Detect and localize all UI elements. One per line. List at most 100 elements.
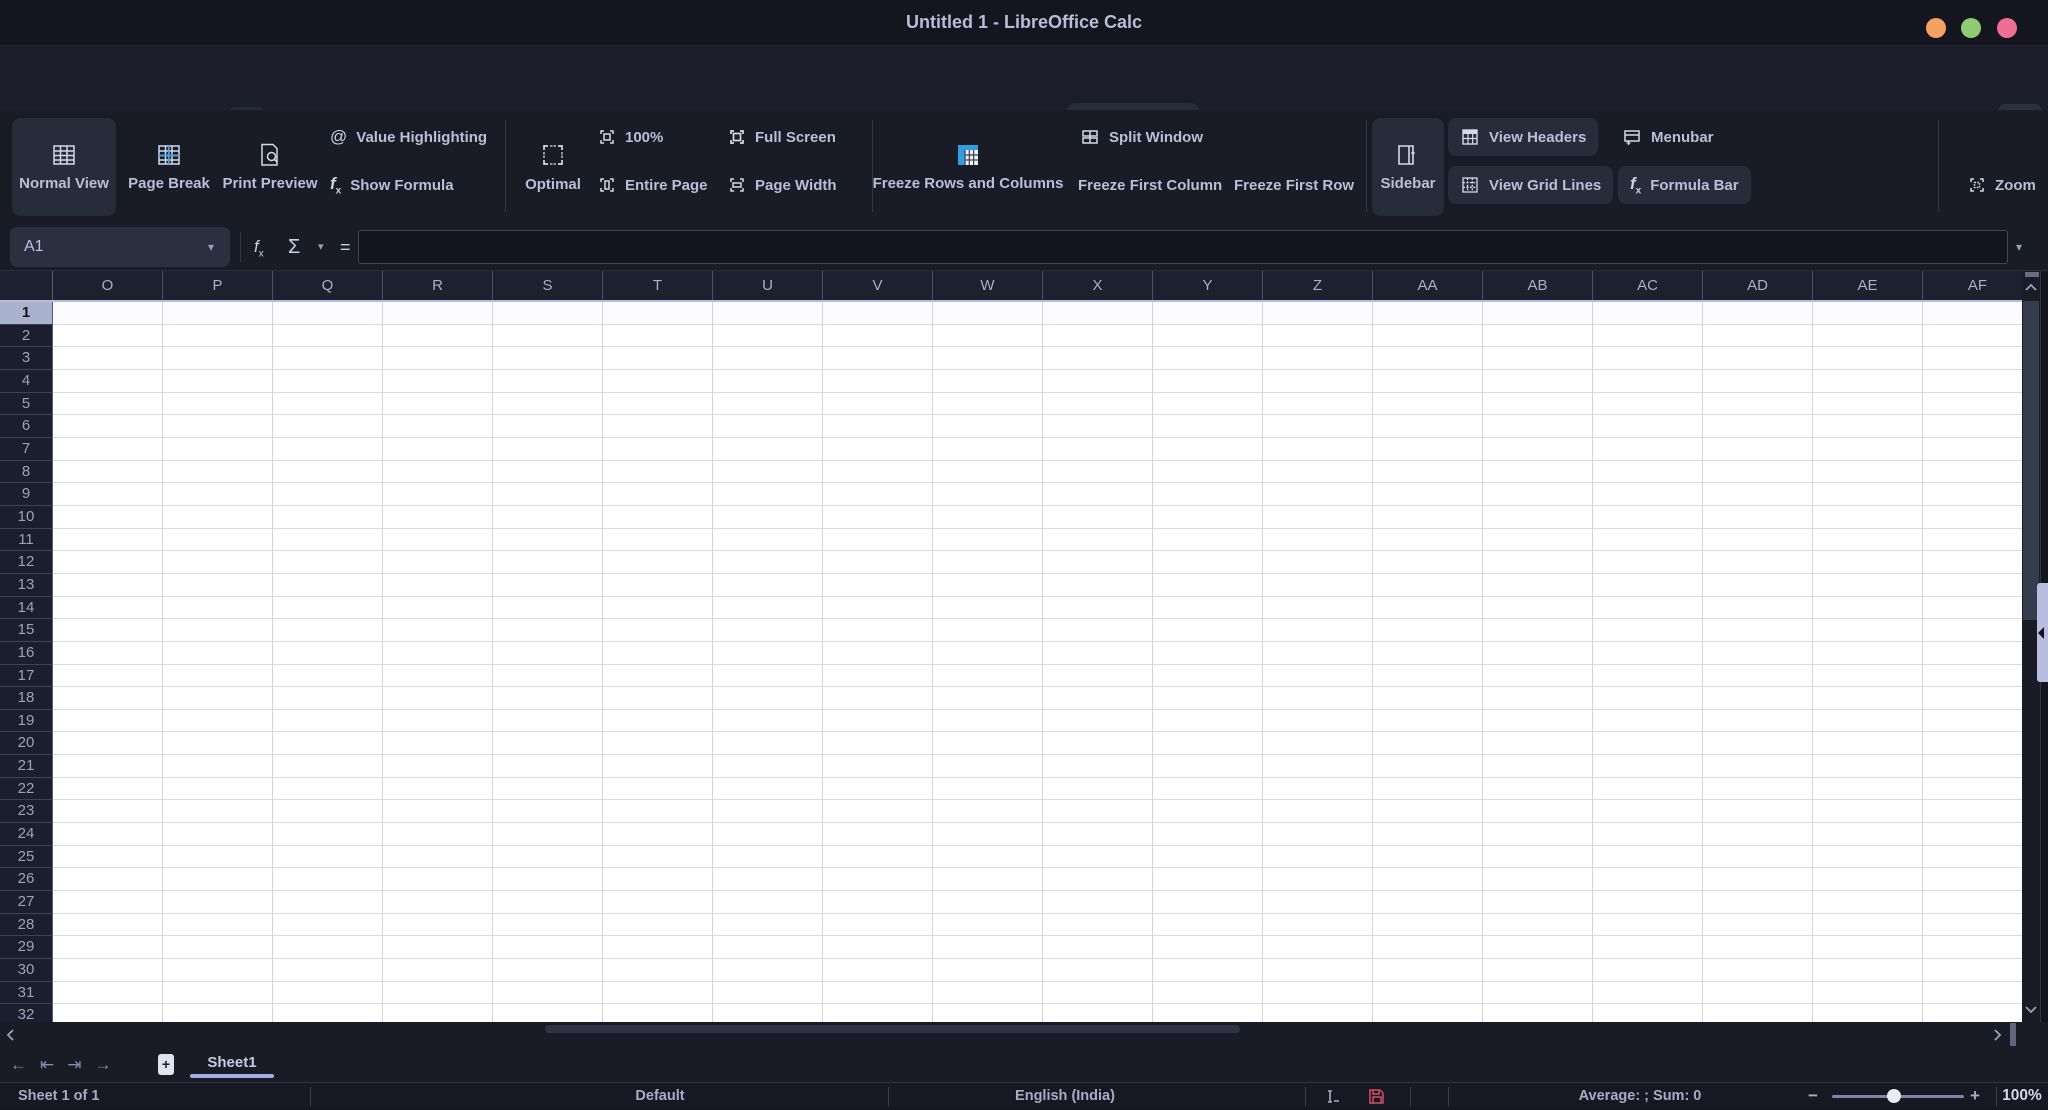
row-header-24[interactable]: 24 <box>0 823 53 846</box>
cell-AD5[interactable] <box>1703 393 1813 416</box>
cell-O20[interactable] <box>53 732 163 755</box>
cell-P6[interactable] <box>163 415 273 438</box>
cell-AF21[interactable] <box>1923 755 2022 778</box>
cell-V4[interactable] <box>823 370 933 393</box>
cell-AA24[interactable] <box>1373 823 1483 846</box>
cell-S4[interactable] <box>493 370 603 393</box>
cell-X25[interactable] <box>1043 846 1153 869</box>
cell-O19[interactable] <box>53 710 163 733</box>
cell-AF22[interactable] <box>1923 778 2022 801</box>
unsaved-changes-icon[interactable] <box>1368 1088 1385 1105</box>
cell-AD4[interactable] <box>1703 370 1813 393</box>
cell-AD15[interactable] <box>1703 619 1813 642</box>
cell-R14[interactable] <box>383 597 493 620</box>
cell-P7[interactable] <box>163 438 273 461</box>
sum-dropdown-caret[interactable]: ▾ <box>318 223 324 271</box>
cell-AA29[interactable] <box>1373 936 1483 959</box>
cell-AA26[interactable] <box>1373 868 1483 891</box>
cell-Z32[interactable] <box>1263 1004 1373 1022</box>
cell-Q17[interactable] <box>273 665 383 688</box>
cell-P27[interactable] <box>163 891 273 914</box>
cell-AE2[interactable] <box>1813 325 1923 348</box>
cell-AB15[interactable] <box>1483 619 1593 642</box>
cell-AB26[interactable] <box>1483 868 1593 891</box>
cell-Z1[interactable] <box>1263 302 1373 325</box>
cell-O2[interactable] <box>53 325 163 348</box>
cell-T25[interactable] <box>603 846 713 869</box>
cell-S10[interactable] <box>493 506 603 529</box>
cell-AA23[interactable] <box>1373 800 1483 823</box>
cell-AD32[interactable] <box>1703 1004 1813 1022</box>
cell-Z31[interactable] <box>1263 982 1373 1005</box>
cell-Y22[interactable] <box>1153 778 1263 801</box>
cell-AD10[interactable] <box>1703 506 1813 529</box>
cell-T5[interactable] <box>603 393 713 416</box>
cell-Q9[interactable] <box>273 483 383 506</box>
row-header-19[interactable]: 19 <box>0 710 53 733</box>
cell-AB17[interactable] <box>1483 665 1593 688</box>
cell-AE18[interactable] <box>1813 687 1923 710</box>
cell-R1[interactable] <box>383 302 493 325</box>
cell-R27[interactable] <box>383 891 493 914</box>
cell-P23[interactable] <box>163 800 273 823</box>
cell-V27[interactable] <box>823 891 933 914</box>
cell-T26[interactable] <box>603 868 713 891</box>
cell-S12[interactable] <box>493 551 603 574</box>
sheet-count-status[interactable]: Sheet 1 of 1 <box>18 1083 99 1110</box>
cell-AF26[interactable] <box>1923 868 2022 891</box>
cell-U11[interactable] <box>713 529 823 552</box>
cell-AF19[interactable] <box>1923 710 2022 733</box>
cell-AF25[interactable] <box>1923 846 2022 869</box>
cell-W13[interactable] <box>933 574 1043 597</box>
cell-AD30[interactable] <box>1703 959 1813 982</box>
cell-U31[interactable] <box>713 982 823 1005</box>
column-header-AE[interactable]: AE <box>1813 271 1923 300</box>
cell-T29[interactable] <box>603 936 713 959</box>
cell-R15[interactable] <box>383 619 493 642</box>
cell-Z6[interactable] <box>1263 415 1373 438</box>
cell-V9[interactable] <box>823 483 933 506</box>
cell-AF4[interactable] <box>1923 370 2022 393</box>
horizontal-split-handle[interactable] <box>2010 1023 2016 1046</box>
cell-Z24[interactable] <box>1263 823 1373 846</box>
cell-AD11[interactable] <box>1703 529 1813 552</box>
cell-S8[interactable] <box>493 461 603 484</box>
cell-Y32[interactable] <box>1153 1004 1263 1022</box>
cell-AC13[interactable] <box>1593 574 1703 597</box>
cell-V6[interactable] <box>823 415 933 438</box>
cell-W22[interactable] <box>933 778 1043 801</box>
cell-Y5[interactable] <box>1153 393 1263 416</box>
row-header-7[interactable]: 7 <box>0 438 53 461</box>
cell-AE21[interactable] <box>1813 755 1923 778</box>
cell-Z23[interactable] <box>1263 800 1373 823</box>
optimal-view-button[interactable]: Optimal <box>512 118 594 216</box>
cell-O32[interactable] <box>53 1004 163 1022</box>
cell-AE5[interactable] <box>1813 393 1923 416</box>
cell-S29[interactable] <box>493 936 603 959</box>
select-all-corner[interactable] <box>0 271 53 300</box>
cell-AF7[interactable] <box>1923 438 2022 461</box>
cell-AD29[interactable] <box>1703 936 1813 959</box>
cell-AC17[interactable] <box>1593 665 1703 688</box>
cell-Z25[interactable] <box>1263 846 1373 869</box>
cell-X19[interactable] <box>1043 710 1153 733</box>
cell-P9[interactable] <box>163 483 273 506</box>
cell-S20[interactable] <box>493 732 603 755</box>
cell-AF16[interactable] <box>1923 642 2022 665</box>
cell-AF6[interactable] <box>1923 415 2022 438</box>
cell-AC19[interactable] <box>1593 710 1703 733</box>
cell-O12[interactable] <box>53 551 163 574</box>
cell-O3[interactable] <box>53 347 163 370</box>
cell-AB31[interactable] <box>1483 982 1593 1005</box>
cell-AC22[interactable] <box>1593 778 1703 801</box>
cell-T28[interactable] <box>603 914 713 937</box>
cell-V28[interactable] <box>823 914 933 937</box>
cell-AA12[interactable] <box>1373 551 1483 574</box>
cell-AA22[interactable] <box>1373 778 1483 801</box>
row-header-27[interactable]: 27 <box>0 891 53 914</box>
cell-AB19[interactable] <box>1483 710 1593 733</box>
cell-U24[interactable] <box>713 823 823 846</box>
cell-S16[interactable] <box>493 642 603 665</box>
cell-AF14[interactable] <box>1923 597 2022 620</box>
cell-O29[interactable] <box>53 936 163 959</box>
